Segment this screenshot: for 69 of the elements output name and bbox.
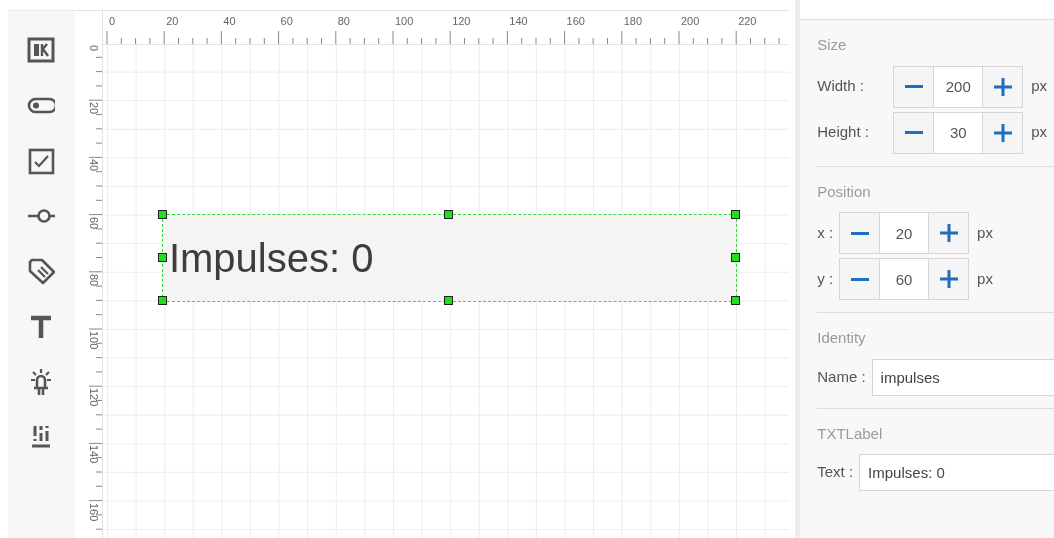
- ruler-label: 120: [87, 388, 99, 407]
- ruler-label: 20: [166, 16, 179, 27]
- ruler-label: 220: [738, 16, 757, 27]
- unit-label: px: [1031, 76, 1048, 97]
- resize-handle[interactable]: [157, 210, 167, 219]
- unit-label: px: [977, 222, 993, 243]
- ok-button-icon[interactable]: [27, 37, 56, 65]
- ruler-label: 40: [223, 16, 236, 27]
- text-label-widget[interactable]: Impulses: 0: [162, 215, 736, 301]
- increment-button[interactable]: [928, 258, 970, 300]
- resize-handle[interactable]: [444, 296, 454, 305]
- resize-handle[interactable]: [444, 210, 454, 219]
- decrement-button[interactable]: [893, 65, 935, 108]
- field-label: x :: [817, 222, 834, 243]
- tag-icon[interactable]: [27, 257, 56, 285]
- resize-handle[interactable]: [157, 253, 167, 262]
- field-label: Width :: [817, 76, 865, 97]
- ruler-label: 60: [87, 216, 99, 229]
- plus-icon: [992, 122, 1013, 143]
- resize-handle[interactable]: [730, 253, 740, 262]
- ruler-label: 200: [680, 16, 700, 27]
- decrement-button[interactable]: [893, 111, 935, 154]
- ruler-label: 100: [87, 331, 99, 350]
- section-title: Size: [817, 35, 848, 55]
- increment-button[interactable]: [982, 111, 1024, 154]
- unit-label: px: [977, 268, 993, 289]
- field-label: y :: [817, 268, 834, 289]
- minus-icon: [849, 231, 870, 235]
- text-field[interactable]: Impulses: 0: [859, 454, 1054, 491]
- plus-icon: [938, 223, 959, 243]
- ruler-label: 120: [452, 16, 471, 27]
- plus-icon: [938, 269, 959, 289]
- text-field[interactable]: impulses: [871, 358, 1054, 396]
- ruler-label: 60: [280, 16, 293, 27]
- number-field[interactable]: 200: [934, 65, 983, 108]
- field-label: Height :: [817, 122, 870, 143]
- ruler-label: 180: [623, 16, 643, 27]
- section-title: Identity: [817, 328, 867, 348]
- ruler-label: 100: [394, 16, 414, 27]
- unit-label: px: [1031, 122, 1048, 143]
- ruler-label: 80: [87, 273, 99, 287]
- number-field[interactable]: 60: [880, 258, 929, 300]
- minus-icon: [849, 277, 870, 281]
- ruler-label: 0: [108, 16, 116, 27]
- ruler-label: 80: [337, 16, 350, 27]
- plus-icon: [992, 76, 1013, 97]
- minus-icon: [903, 131, 924, 134]
- minus-icon: [903, 85, 924, 88]
- ruler-label: 140: [509, 16, 528, 27]
- ruler-label: 20: [87, 102, 99, 115]
- resize-handle[interactable]: [730, 210, 740, 219]
- decrement-button[interactable]: [839, 258, 881, 300]
- ruler-label: 160: [566, 16, 585, 27]
- resize-handle[interactable]: [730, 296, 740, 305]
- resize-handle[interactable]: [157, 296, 167, 305]
- increment-button[interactable]: [982, 65, 1024, 108]
- number-field[interactable]: 20: [880, 212, 929, 254]
- field-label: Name :: [817, 366, 866, 387]
- field-label: Text :: [817, 462, 854, 483]
- ruler-label: 40: [87, 159, 99, 172]
- section-title: Position: [817, 181, 872, 202]
- section-title: TXTLabel: [817, 423, 884, 444]
- number-field[interactable]: 30: [934, 111, 983, 154]
- ruler-label: 0: [87, 45, 99, 52]
- checkbox-icon[interactable]: [27, 147, 56, 175]
- decrement-button[interactable]: [839, 212, 881, 254]
- ruler-label: 140: [87, 445, 99, 464]
- increment-button[interactable]: [928, 212, 970, 254]
- ruler-label: 160: [87, 502, 99, 521]
